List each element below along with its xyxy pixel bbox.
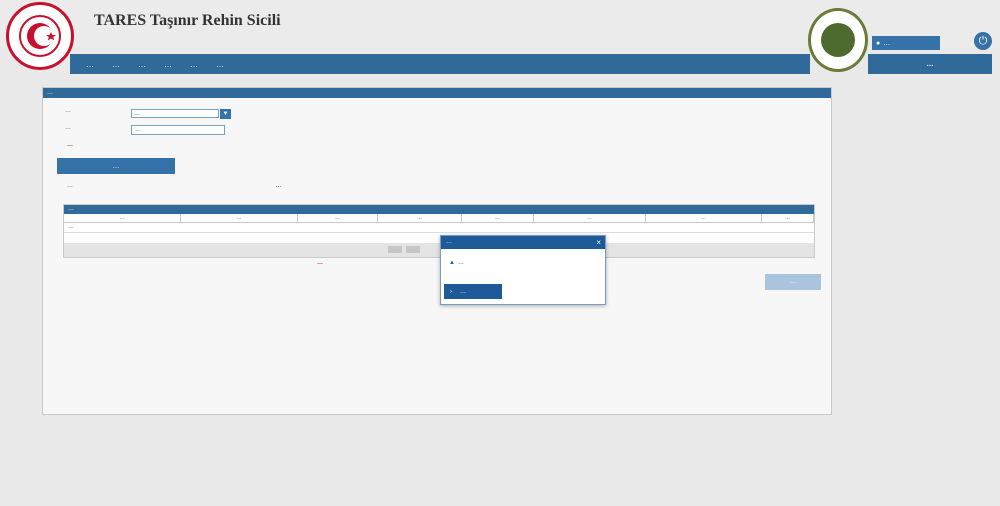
- ok-button[interactable]: › …: [444, 284, 502, 299]
- type-select[interactable]: …: [131, 109, 219, 118]
- dialog-header: … ×: [441, 236, 605, 249]
- main-panel: … … … ▼ … … … … … … … … … … … … … … … … …: [42, 87, 832, 415]
- table-pager: [64, 243, 814, 257]
- column-header[interactable]: …: [534, 214, 646, 222]
- institution-seal: [808, 8, 868, 72]
- nav-item-2[interactable]: …: [112, 60, 120, 69]
- nav-item-3[interactable]: …: [138, 60, 146, 69]
- table-title: …: [64, 205, 814, 214]
- panel-header: …: [43, 88, 831, 98]
- user-name-label: …: [883, 39, 891, 47]
- ok-button-label: …: [460, 288, 466, 295]
- nav-item-5[interactable]: …: [190, 60, 198, 69]
- table-empty-row: …: [64, 223, 814, 233]
- dialog-message-text: …: [457, 260, 464, 266]
- column-header[interactable]: …: [378, 214, 462, 222]
- id-number-input[interactable]: …: [131, 125, 225, 135]
- field1-label: …: [65, 108, 71, 114]
- column-header[interactable]: …: [298, 214, 378, 222]
- field2-label: …: [65, 125, 71, 131]
- alert-dialog: … × ▲ … › …: [440, 235, 606, 305]
- column-header[interactable]: …: [646, 214, 762, 222]
- dialog-message: ▲ …: [449, 260, 464, 266]
- dialog-title: …: [446, 239, 452, 245]
- chevron-down-icon[interactable]: ▼: [220, 109, 231, 119]
- column-header[interactable]: …: [762, 214, 814, 222]
- pager-prev-button[interactable]: [388, 246, 402, 253]
- close-icon[interactable]: ×: [596, 236, 601, 249]
- query-button[interactable]: …: [57, 158, 175, 174]
- user-profile-button[interactable]: ● …: [872, 36, 940, 50]
- app-title: TARES Taşınır Rehin Sicili: [94, 12, 281, 29]
- nav-item-home[interactable]: …: [86, 60, 94, 69]
- logout-button[interactable]: …: [868, 54, 992, 74]
- pager-next-button[interactable]: [406, 246, 420, 253]
- chevron-right-icon: ›: [450, 288, 452, 295]
- date-label: …: [67, 183, 73, 189]
- user-icon: ●: [876, 39, 881, 47]
- ministry-logo: [6, 2, 74, 70]
- nav-item-4[interactable]: …: [164, 60, 172, 69]
- date-value: …: [275, 182, 282, 189]
- nav-item-6[interactable]: …: [216, 60, 224, 69]
- warning-icon: ▲: [449, 260, 455, 266]
- action-button[interactable]: …: [765, 274, 821, 290]
- warning-message: …: [67, 142, 73, 148]
- main-navbar: … … … … … …: [70, 54, 810, 74]
- note-message: …: [317, 260, 323, 266]
- power-icon[interactable]: ⏻: [974, 32, 992, 50]
- column-header[interactable]: …: [181, 214, 298, 222]
- results-table: … … … … … … … … … …: [63, 204, 815, 258]
- table-header: … … … … … … … …: [64, 214, 814, 223]
- column-header[interactable]: …: [462, 214, 534, 222]
- column-header[interactable]: …: [64, 214, 181, 222]
